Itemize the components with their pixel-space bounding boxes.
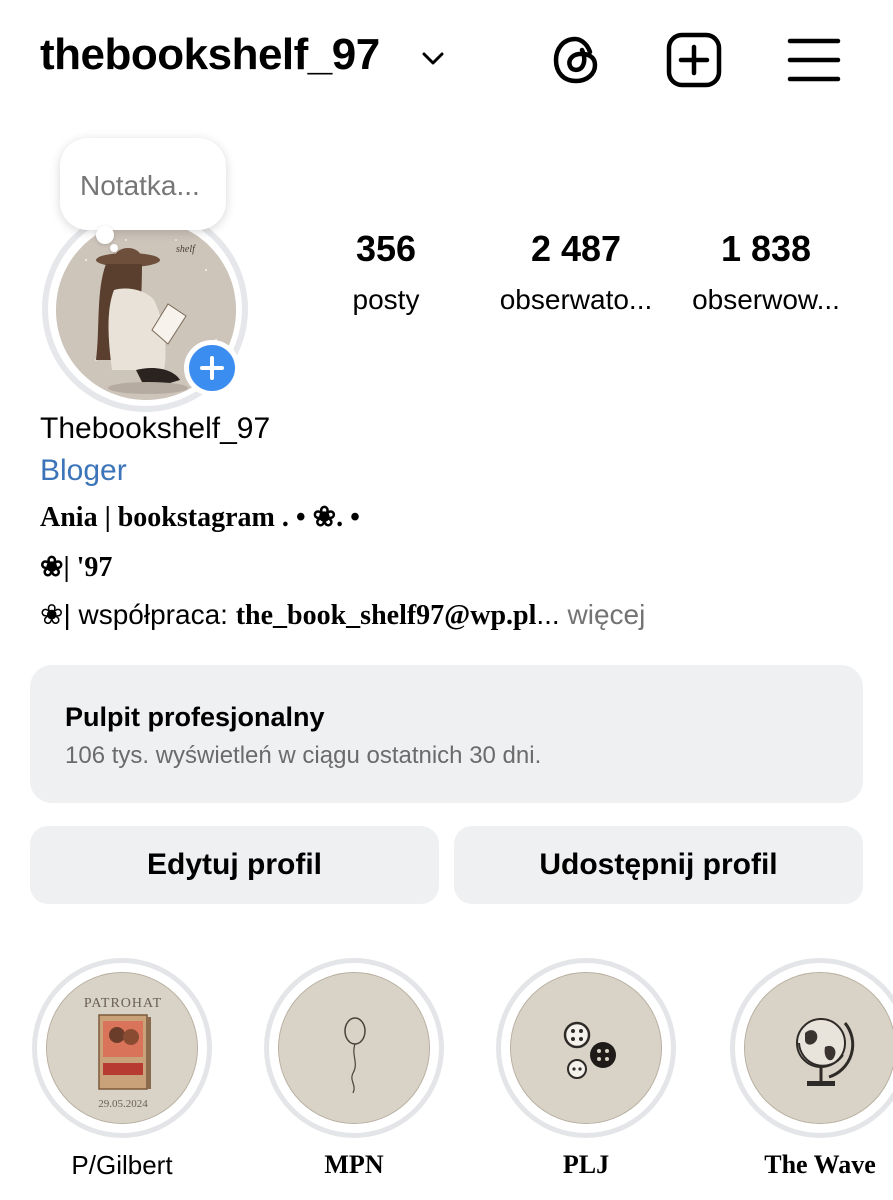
dashboard-subtitle: 106 tys. wyświetleń w ciągu ostatnich 30… (65, 742, 542, 769)
dashboard-title: Pulpit profesjonalny (65, 702, 325, 732)
following-count[interactable]: 1 838 (666, 228, 866, 270)
posts-label[interactable]: posty (286, 284, 486, 316)
balloon-icon (279, 973, 429, 1123)
cover-text-top: PATROHAT (84, 996, 162, 1011)
threads-icon[interactable] (546, 30, 606, 90)
note-placeholder[interactable]: Notatka... (80, 170, 200, 202)
profile-category: Bloger (40, 454, 127, 487)
book-cover-icon: PATROHAT 29.05.2024 (47, 973, 197, 1123)
cover-text-bottom: 29.05.2024 (98, 1098, 148, 1110)
chevron-down-icon[interactable] (418, 44, 448, 74)
bio-line-1: Ania | bookstagram . • ❀. • (40, 502, 360, 533)
posts-count[interactable]: 356 (286, 228, 486, 270)
note-bubble-tail (96, 226, 114, 244)
highlight-label[interactable]: The Wave (720, 1150, 893, 1180)
followers-label[interactable]: obserwato... (476, 284, 676, 316)
bio-line-2: ❀| '97 (40, 552, 113, 583)
highlight-cover[interactable] (744, 972, 893, 1124)
svg-text:shelf: shelf (176, 244, 196, 255)
share-profile-button[interactable]: Udostępnij profil (454, 826, 863, 904)
menu-icon[interactable] (784, 30, 844, 90)
bio-line-3-prefix: ❀| współpraca: (40, 599, 236, 630)
highlight-label[interactable]: PLJ (486, 1150, 686, 1180)
profile-username[interactable]: thebookshelf_97 (40, 30, 380, 80)
highlight-label[interactable]: MPN (254, 1150, 454, 1180)
edit-profile-button[interactable]: Edytuj profil (30, 826, 439, 904)
plus-icon (200, 356, 224, 380)
add-post-icon[interactable] (664, 30, 724, 90)
globe-icon (745, 973, 893, 1123)
bio-line-3: ❀| współpraca: the_book_shelf97@wp.pl...… (40, 598, 645, 632)
more-link[interactable]: więcej (560, 599, 645, 630)
highlight-cover[interactable] (510, 972, 662, 1124)
bio-ellipsis: ... (536, 599, 560, 630)
highlight-label[interactable]: P/Gilbert (22, 1150, 222, 1181)
highlight-cover[interactable]: PATROHAT 29.05.2024 (46, 972, 198, 1124)
following-label[interactable]: obserwow... (666, 284, 866, 316)
bio-email: the_book_shelf97@wp.pl (235, 600, 537, 631)
professional-dashboard[interactable] (30, 665, 863, 803)
followers-count[interactable]: 2 487 (476, 228, 676, 270)
note-bubble-tail-small (110, 244, 118, 252)
highlight-cover[interactable] (278, 972, 430, 1124)
add-story-button[interactable] (184, 340, 240, 396)
display-name: Thebookshelf_97 (40, 412, 271, 445)
buttons-icon (511, 973, 661, 1123)
